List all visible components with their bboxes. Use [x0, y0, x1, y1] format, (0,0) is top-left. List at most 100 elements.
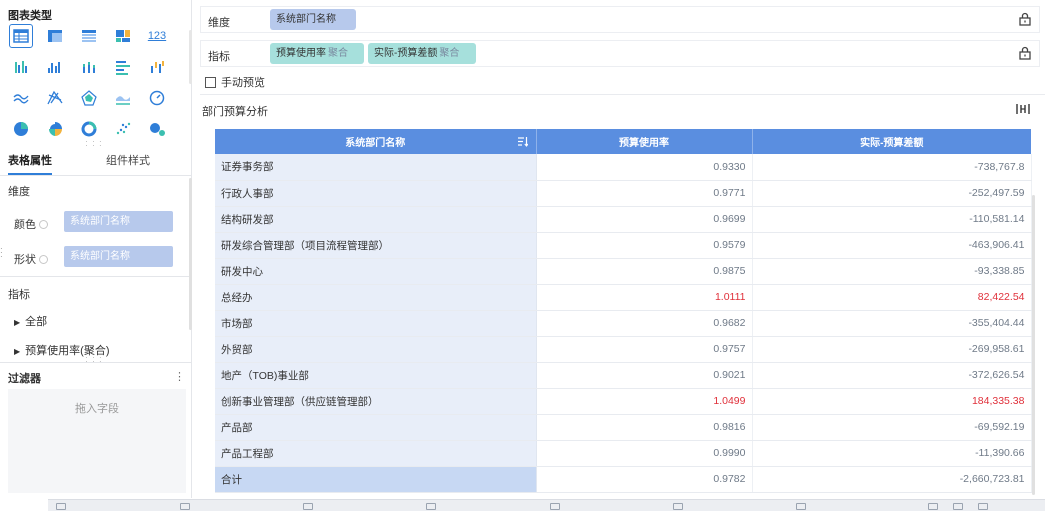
pill-label: 系统部门名称 [276, 14, 336, 25]
table-icon[interactable] [9, 24, 33, 48]
waterfall-icon[interactable] [146, 56, 168, 78]
dept-cell: 研发综合管理部（项目流程管理部） [215, 232, 537, 259]
dimension-shelf-label: 维度 [208, 17, 230, 29]
help-icon[interactable] [39, 220, 48, 229]
table-row[interactable]: 结构研发部 0.9699 -110,581.14 [215, 206, 1032, 233]
filter-menu-icon[interactable]: ⋮ [174, 370, 185, 383]
scatter-icon[interactable] [112, 118, 134, 140]
column-header-label: 预算使用率 [619, 138, 669, 149]
shape-label: 形状 [14, 251, 48, 267]
rate-cell: 0.9816 [536, 414, 753, 441]
manual-preview-checkbox[interactable] [205, 76, 216, 88]
diff-cell: -463,906.41 [752, 232, 1032, 259]
diff-cell: -355,404.44 [752, 310, 1032, 337]
filter-placeholder: 拖入字段 [75, 403, 119, 415]
panel-icon[interactable] [953, 503, 963, 510]
detail-table-icon[interactable] [78, 25, 100, 47]
dept-cell: 产品部 [215, 414, 537, 441]
panel-icon[interactable] [796, 503, 806, 510]
kpi-number-icon[interactable]: 123 [146, 25, 168, 47]
tab-component-style[interactable]: 组件样式 [106, 152, 150, 168]
grouped-bar-icon[interactable] [10, 56, 32, 78]
pie-icon[interactable] [10, 118, 32, 140]
table-row[interactable]: 市场部 0.9682 -355,404.44 [215, 310, 1032, 337]
table-row[interactable]: 研发综合管理部（项目流程管理部） 0.9579 -463,906.41 [215, 232, 1032, 259]
area-icon[interactable] [112, 87, 134, 109]
panel-icon[interactable] [928, 503, 938, 510]
measure-section-title: 指标 [8, 289, 30, 301]
table-scrollbar[interactable] [1032, 195, 1035, 495]
dimension-shelf[interactable]: 维度 系统部门名称 [200, 6, 1040, 33]
lock-icon[interactable] [1017, 45, 1033, 61]
dept-cell: 行政人事部 [215, 180, 537, 207]
panel-icon[interactable] [426, 503, 436, 510]
measure-item-all[interactable]: ▶ 全部 [14, 313, 47, 329]
panel-icon[interactable] [56, 503, 66, 510]
diff-cell: 184,335.38 [752, 388, 1032, 415]
caret-right-icon: ▶ [14, 318, 21, 327]
manual-preview-label: 手动预览 [221, 77, 265, 89]
table-row[interactable]: 产品工程部 0.9990 -11,390.66 [215, 440, 1032, 467]
rate-cell: 0.9021 [536, 362, 753, 389]
panel-icon[interactable] [673, 503, 683, 510]
rose-pie-icon[interactable] [44, 118, 66, 140]
rate-cell: 0.9682 [536, 310, 753, 337]
panel-icon[interactable] [978, 503, 988, 510]
filter-drop-zone[interactable]: 拖入字段 [8, 389, 186, 493]
gauge-icon[interactable] [146, 87, 168, 109]
dept-cell: 证券事务部 [215, 154, 537, 181]
column-header-dept[interactable]: 系统部门名称 [215, 129, 537, 154]
bubble-icon[interactable] [146, 118, 168, 140]
chart-type-scrollbar[interactable] [189, 30, 192, 84]
column-header-diff[interactable]: 实际-预算差额 [752, 129, 1031, 154]
diff-cell: -372,626.54 [752, 362, 1032, 389]
table-row[interactable]: 外贸部 0.9757 -269,958.61 [215, 336, 1032, 363]
dept-cell: 外贸部 [215, 336, 537, 363]
dimension-section-title: 维度 [8, 186, 30, 198]
table-row[interactable]: 创新事业管理部（供应链管理部） 1.0499 184,335.38 [215, 388, 1032, 415]
diff-cell: -11,390.66 [752, 440, 1032, 467]
properties-scrollbar[interactable] [189, 178, 192, 330]
rate-cell: 0.9330 [536, 154, 753, 181]
shape-field-chip[interactable]: 系统部门名称 [64, 246, 173, 267]
column-width-icon[interactable] [1016, 102, 1030, 116]
table-row[interactable]: 地产（TOB)事业部 0.9021 -372,626.54 [215, 362, 1032, 389]
lock-icon[interactable] [1017, 11, 1033, 27]
help-icon[interactable] [39, 255, 48, 264]
panel-icon[interactable] [303, 503, 313, 510]
table-row[interactable]: 产品部 0.9816 -69,592.19 [215, 414, 1032, 441]
column-header-rate[interactable]: 预算使用率 [536, 129, 753, 154]
dept-cell: 市场部 [215, 310, 537, 337]
measure-shelf-label: 指标 [208, 51, 230, 63]
cross-table-icon[interactable] [44, 25, 66, 47]
pill-label: 预算使用率 [276, 48, 326, 59]
table-row[interactable]: 行政人事部 0.9771 -252,497.59 [215, 180, 1032, 207]
table-row[interactable]: 研发中心 0.9875 -93,338.85 [215, 258, 1032, 285]
measure-pill-actual-budget-diff[interactable]: 实际-预算差额 聚合 [368, 43, 476, 64]
chart-title: 部门预算分析 [202, 106, 268, 118]
radar-fill-icon[interactable] [78, 87, 100, 109]
sort-icon[interactable] [517, 136, 528, 147]
pill-agg: 聚合 [439, 48, 460, 59]
treemap-icon[interactable] [112, 25, 134, 47]
dimension-pill[interactable]: 系统部门名称 [270, 9, 356, 30]
panel-icon[interactable] [550, 503, 560, 510]
manual-preview-toggle[interactable]: 手动预览 [205, 74, 265, 90]
rate-cell: 0.9771 [536, 180, 753, 207]
stacked-column-icon[interactable] [78, 56, 100, 78]
radar-icon[interactable] [44, 87, 66, 109]
measure-shelf[interactable]: 指标 预算使用率 聚合 实际-预算差额 聚合 [200, 40, 1040, 67]
line-icon[interactable] [10, 87, 32, 109]
column-icon[interactable] [44, 56, 66, 78]
bar-icon[interactable] [112, 56, 134, 78]
left-config-panel: 图表类型 123 · · · · · · 表格属性 组件样式 维度 颜色 系统部… [0, 0, 192, 498]
color-field-chip[interactable]: 系统部门名称 [64, 211, 173, 232]
table-row[interactable]: 证券事务部 0.9330 -738,767.8 [215, 154, 1032, 181]
panel-icon[interactable] [180, 503, 190, 510]
tab-table-properties[interactable]: 表格属性 [8, 152, 52, 175]
dept-cell: 研发中心 [215, 258, 537, 285]
collapse-handle-icon[interactable]: · · · [0, 245, 3, 261]
measure-pill-budget-rate[interactable]: 预算使用率 聚合 [270, 43, 364, 64]
diff-cell: -269,958.61 [752, 336, 1032, 363]
table-row[interactable]: 总经办 1.0111 82,422.54 [215, 284, 1032, 311]
